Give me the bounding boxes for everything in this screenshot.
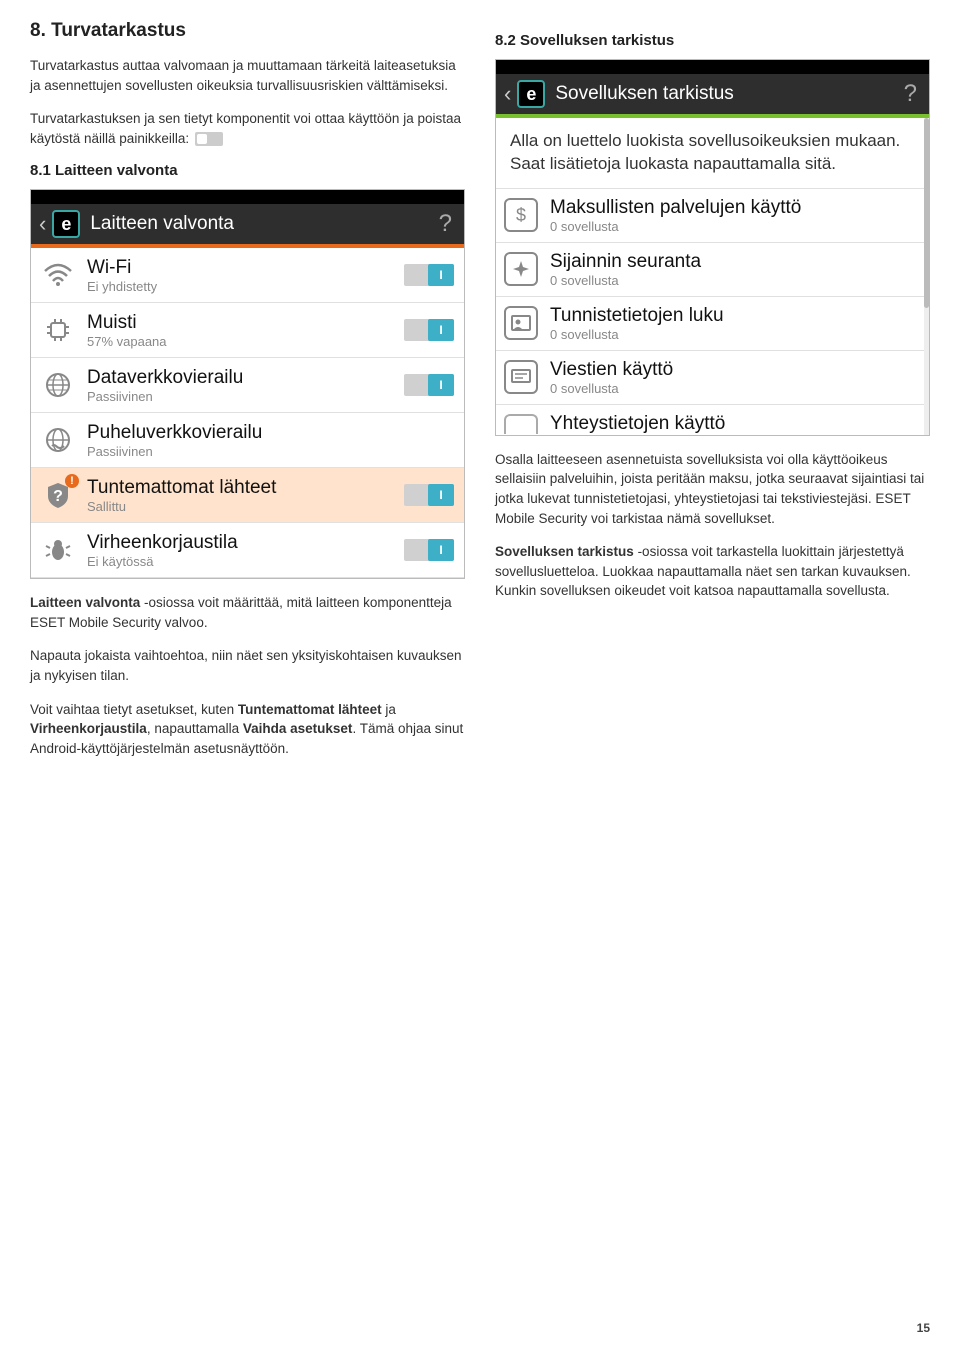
row-sub: Ei käytössä [87,554,404,569]
location-icon [504,252,538,286]
app-header[interactable]: ‹ e Sovelluksen tarkistus ? [496,74,929,114]
body-text: , napauttamalla [147,721,243,736]
bold-term: Vaihda asetukset [243,721,353,736]
toggle-icon-inline [195,132,223,146]
screenshot-intro-text: Alla on luettelo luokista sovellusoikeuk… [496,118,924,189]
toggle-paragraph: Turvatarkastuksen ja sen tietyt komponen… [30,109,465,148]
unknown-sources-icon: ? ! [39,476,77,514]
android-status-bar [496,60,929,74]
help-icon[interactable]: ? [900,80,921,108]
row-title: Maksullisten palvelujen käyttö [550,197,914,219]
device-row-debug-mode[interactable]: Virheenkorjaustila Ei käytössä [31,523,464,578]
device-row-call-roaming[interactable]: Puheluverkkovierailu Passiivinen [31,413,464,468]
body-paragraph: Osalla laitteeseen asennetuista sovelluk… [495,450,930,528]
device-row-unknown-sources[interactable]: ? ! Tuntemattomat lähteet Sallittu [31,468,464,523]
toggle-switch[interactable] [404,484,454,506]
category-row-messages[interactable]: Viestien käyttö 0 sovellusta [496,351,924,405]
row-title: Tuntemattomat lähteet [87,477,404,499]
globe-icon [39,366,77,404]
bold-term: Tuntemattomat lähteet [238,702,382,717]
row-title: Tunnistetietojen luku [550,305,914,327]
row-title: Viestien käyttö [550,359,914,381]
toggle-paragraph-text: Turvatarkastuksen ja sen tietyt komponen… [30,111,461,146]
screenshot-device-audit: ‹ e Laitteen valvonta ? Wi-Fi Ei yhdiste… [30,189,465,579]
back-icon[interactable]: ‹ [504,81,511,107]
row-sub: 0 sovellusta [550,327,914,342]
body-paragraph: Napauta jokaista vaihtoehtoa, niin näet … [30,646,465,685]
row-title: Yhteystietojen käyttö [550,413,914,435]
row-sub: 0 sovellusta [550,381,914,396]
app-header-title: Laitteen valvonta [90,213,434,235]
dollar-icon: $ [504,198,538,232]
row-title: Dataverkkovierailu [87,367,404,389]
eset-logo-icon: e [517,80,545,108]
row-sub: Ei yhdistetty [87,279,404,294]
row-sub: Passiivinen [87,389,404,404]
row-sub: 0 sovellusta [550,219,914,234]
row-sub: Sallittu [87,499,404,514]
category-row-location[interactable]: Sijainnin seuranta 0 sovellusta [496,243,924,297]
page-number: 15 [917,1321,930,1335]
body-paragraph: Voit vaihtaa tietyt asetukset, kuten Tun… [30,700,465,759]
body-text: Voit vaihtaa tietyt asetukset, kuten [30,702,238,717]
scrollbar-thumb[interactable] [924,118,929,308]
chip-icon [39,311,77,349]
app-header[interactable]: ‹ e Laitteen valvonta ? [31,204,464,244]
bold-term: Sovelluksen tarkistus [495,544,634,559]
category-row-contacts-cutoff[interactable]: Yhteystietojen käyttö [496,405,924,435]
screenshot-app-audit: ‹ e Sovelluksen tarkistus ? Alla on luet… [495,59,930,436]
back-icon[interactable]: ‹ [39,211,46,237]
android-status-bar [31,190,464,204]
row-title: Sijainnin seuranta [550,251,914,273]
row-title: Puheluverkkovierailu [87,422,454,444]
bold-term: Virheenkorjaustila [30,721,147,736]
device-row-memory[interactable]: Muisti 57% vapaana [31,303,464,358]
scrollbar[interactable] [924,118,929,435]
globe-phone-icon [39,421,77,459]
toggle-switch[interactable] [404,319,454,341]
toggle-switch[interactable] [404,264,454,286]
bug-icon [39,531,77,569]
help-icon[interactable]: ? [435,210,456,238]
device-row-wifi[interactable]: Wi-Fi Ei yhdistetty [31,248,464,303]
app-header-title: Sovelluksen tarkistus [555,83,899,105]
row-title: Wi-Fi [87,257,404,279]
wifi-icon [39,256,77,294]
subsection-heading-8-2: 8.2 Sovelluksen tarkistus [495,32,930,49]
row-title: Virheenkorjaustila [87,532,404,554]
category-row-paid[interactable]: $ Maksullisten palvelujen käyttö 0 sovel… [496,189,924,243]
row-sub: Passiivinen [87,444,454,459]
row-title: Muisti [87,312,404,334]
category-row-identity[interactable]: Tunnistetietojen luku 0 sovellusta [496,297,924,351]
toggle-switch[interactable] [404,374,454,396]
toggle-switch[interactable] [404,539,454,561]
body-paragraph: Laitteen valvonta -osiossa voit määrittä… [30,593,465,632]
body-paragraph: Sovelluksen tarkistus -osiossa voit tark… [495,542,930,601]
id-card-icon [504,306,538,340]
eset-logo-icon: e [52,210,80,238]
subsection-heading-8-1: 8.1 Laitteen valvonta [30,162,465,179]
row-sub: 57% vapaana [87,334,404,349]
warning-badge-icon: ! [65,474,79,488]
device-row-data-roaming[interactable]: Dataverkkovierailu Passiivinen [31,358,464,413]
bold-term: Laitteen valvonta [30,595,140,610]
row-sub: 0 sovellusta [550,273,914,288]
message-icon [504,360,538,394]
contacts-icon [504,414,538,434]
svg-text:?: ? [53,488,63,505]
intro-paragraph: Turvatarkastus auttaa valvomaan ja muutt… [30,56,465,95]
body-text: ja [382,702,396,717]
section-heading: 8. Turvatarkastus [30,20,465,42]
